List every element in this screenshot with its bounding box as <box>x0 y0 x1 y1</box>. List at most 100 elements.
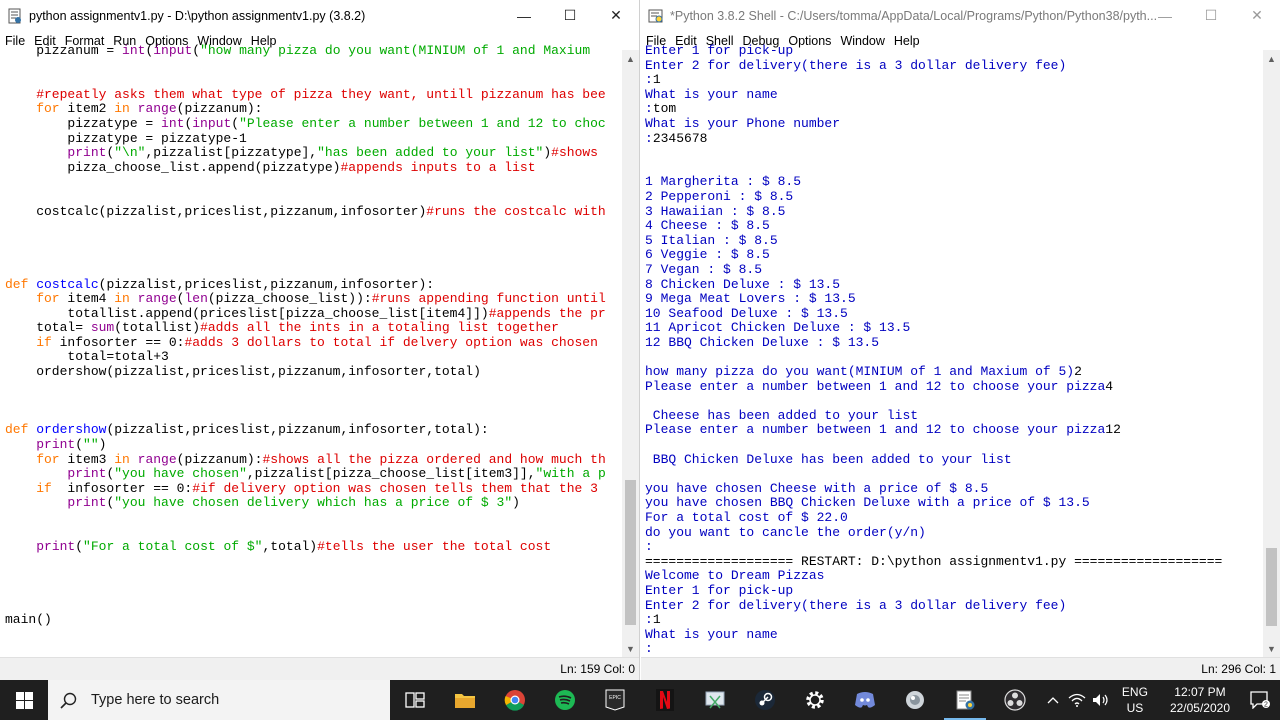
shell-line: :2345678 <box>645 130 1263 147</box>
shell-token: 6 Veggie : $ 8.5 <box>645 247 770 263</box>
code-token: print <box>67 495 107 511</box>
action-center-icon[interactable]: 2 <box>1240 691 1280 709</box>
code-token: "with a p <box>535 466 606 482</box>
maximize-button[interactable]: ☐ <box>1188 0 1234 31</box>
code-token: total=total+3 <box>5 349 169 365</box>
epic-games-icon[interactable]: EPIC <box>590 680 640 720</box>
code-line: pizzanum = int(input("how many pizza do … <box>5 44 622 59</box>
code-token: #adds all the ints in a totaling list to… <box>200 320 559 336</box>
scroll-down-arrow-icon[interactable]: ▼ <box>1263 640 1280 657</box>
shell-line: 5 Italian : $ 8.5 <box>645 233 1263 249</box>
keyboard-region: US <box>1126 701 1144 715</box>
shell-token: Enter 1 for pick-up <box>645 582 794 598</box>
code-token: (pizzanum): <box>176 101 263 117</box>
shell-line: Cheese has been added to your list <box>645 407 1263 424</box>
shell-scrollbar[interactable]: ▲ ▼ <box>1263 50 1280 657</box>
shell-window: *Python 3.8.2 Shell - C:/Users/tomma/App… <box>641 0 1280 680</box>
netflix-icon[interactable] <box>640 680 690 720</box>
shell-line: Enter 2 for delivery(there is a 3 dollar… <box>645 57 1263 74</box>
spotify-icon[interactable] <box>540 680 590 720</box>
code-line: if infosorter == 0:#if delivery option w… <box>5 480 622 497</box>
shell-token: Enter 2 for delivery(there is a 3 dollar… <box>645 57 1067 73</box>
taskbar-search-box[interactable]: Type here to search <box>48 680 390 720</box>
code-token: ) <box>543 145 552 161</box>
discord-icon[interactable] <box>840 680 890 720</box>
code-line: def costcalc(pizzalist,priceslist,pizzan… <box>5 277 622 293</box>
python-idle-icon[interactable] <box>940 680 990 720</box>
volume-icon[interactable] <box>1090 693 1112 707</box>
wifi-icon[interactable] <box>1066 693 1088 707</box>
start-button[interactable] <box>0 680 48 720</box>
code-token: ( <box>75 437 84 453</box>
editor-title: python assignmentv1.py - D:\python assig… <box>29 8 366 23</box>
code-token: "has been added to your list" <box>317 145 544 161</box>
file-explorer-icon[interactable] <box>440 680 490 720</box>
code-token: len <box>184 291 208 307</box>
shell-token: 12 BBQ Chicken Deluxe : $ 13.5 <box>645 334 880 350</box>
shell-token: you have chosen Cheese with a price of $… <box>645 480 989 496</box>
python-file-icon <box>7 8 23 24</box>
code-token: (totallist) <box>114 320 201 336</box>
code-token: infosorter == 0: <box>51 480 193 496</box>
shell-token: 4 <box>1105 378 1114 394</box>
code-token: in <box>114 291 130 307</box>
scroll-down-arrow-icon[interactable]: ▼ <box>622 640 639 657</box>
scrollbar-thumb[interactable] <box>1266 548 1277 626</box>
shell-output-area[interactable]: Enter 1 for pick-up Enter 2 for delivery(… <box>641 44 1263 657</box>
scroll-up-arrow-icon[interactable]: ▲ <box>1263 50 1280 67</box>
language-indicator[interactable]: ENG US <box>1122 684 1148 716</box>
shell-token: 10 Seafood Deluxe : $ 13.5 <box>645 305 848 321</box>
shell-token: Cheese has been added to your list <box>645 407 919 423</box>
shell-token: 2345678 <box>652 130 708 146</box>
code-token: ,pizzalist[pizza_choose_list[item3]], <box>246 466 536 482</box>
shell-token: 7 Vegan : $ 8.5 <box>645 261 763 277</box>
cursor-position: Ln: 296 Col: 1 <box>1201 662 1276 676</box>
code-token: ) <box>98 437 107 453</box>
task-view-icon[interactable] <box>390 680 440 720</box>
obs-icon[interactable] <box>990 680 1040 720</box>
close-button[interactable]: ✕ <box>1234 0 1280 31</box>
chevron-up-icon[interactable] <box>1042 696 1064 704</box>
editor-scrollbar[interactable]: ▲ ▼ <box>622 50 639 657</box>
steam-icon[interactable] <box>740 680 790 720</box>
shell-token: 1 <box>652 72 661 88</box>
snipping-tool-icon[interactable] <box>690 680 740 720</box>
code-token: #appends inputs to a list <box>340 159 536 175</box>
mixed-reality-icon[interactable] <box>890 680 940 720</box>
shell-token: 8 Chicken Deluxe : $ 13.5 <box>645 276 841 292</box>
code-editor-area[interactable]: pizzanum = int(input("how many pizza do … <box>0 44 622 657</box>
settings-gear-icon[interactable] <box>790 680 840 720</box>
minimize-button[interactable]: — <box>1142 0 1188 31</box>
close-button[interactable]: ✕ <box>593 0 639 31</box>
code-token: int <box>122 44 146 58</box>
clock[interactable]: 12:07 PM 22/05/2020 <box>1170 684 1230 716</box>
shell-line: 11 Apricot Chicken Deluxe : $ 13.5 <box>645 320 1263 336</box>
code-token: #appends the pr <box>488 305 606 321</box>
clock-time: 12:07 PM <box>1174 685 1226 699</box>
maximize-button[interactable]: ☐ <box>547 0 593 31</box>
scrollbar-thumb[interactable] <box>625 480 636 625</box>
code-token: if <box>5 334 52 350</box>
chrome-icon[interactable] <box>490 680 540 720</box>
scroll-up-arrow-icon[interactable]: ▲ <box>622 50 639 67</box>
code-token: "Please enter a number between 1 and 12 … <box>239 115 606 131</box>
minimize-button[interactable]: — <box>501 0 547 31</box>
code-token: print <box>36 437 76 453</box>
shell-line: Enter 1 for pick-up <box>645 44 1263 59</box>
shell-line: 12 BBQ Chicken Deluxe : $ 13.5 <box>645 334 1263 351</box>
shell-titlebar[interactable]: *Python 3.8.2 Shell - C:/Users/tomma/App… <box>641 0 1280 31</box>
code-token: (pizza_choose_list)): <box>207 291 372 307</box>
shell-token: Please enter a number between 1 and 12 t… <box>645 378 1106 394</box>
editor-titlebar[interactable]: python assignmentv1.py - D:\python assig… <box>0 0 639 31</box>
